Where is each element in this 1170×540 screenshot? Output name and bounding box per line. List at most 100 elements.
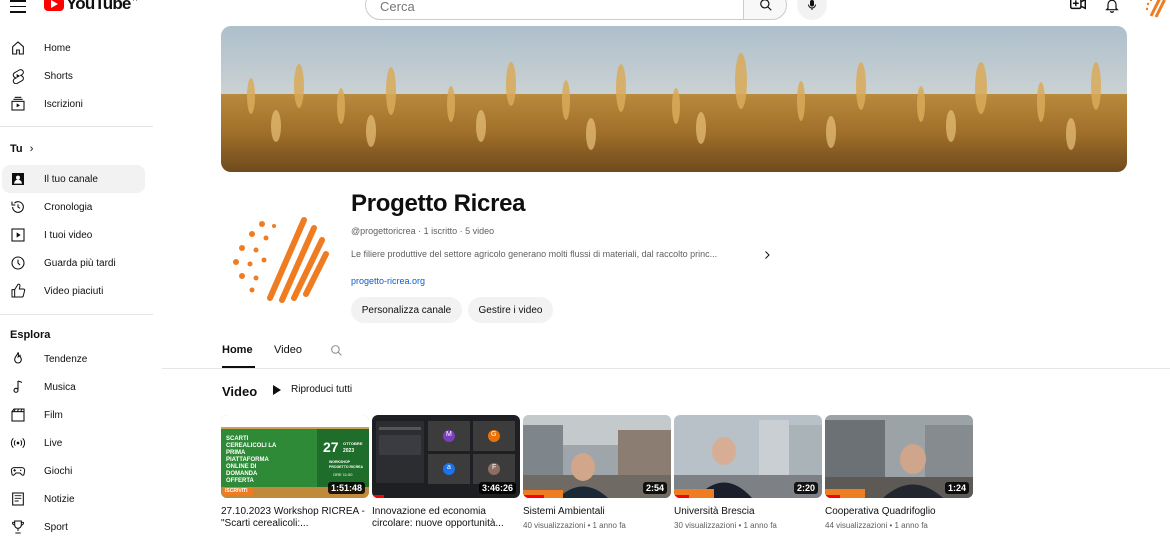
sidebar-item-history[interactable]: Cronologia [2,193,145,221]
tile-initial: F [492,464,497,471]
channel-meta: @progettoricrea · 1 iscritto · 5 video [351,226,495,236]
thumb-date-month: OTTOBRE [343,441,363,446]
history-icon [11,201,24,213]
video-meta: 30 visualizzazioni • 1 anno fa [674,521,777,530]
video-title[interactable]: 27.10.2023 Workshop RICREA - "Scarti cer… [221,506,369,530]
sidebar-item-shorts[interactable]: Shorts [2,62,145,90]
search-icon [760,0,772,11]
video-duration: 3:46:26 [478,482,516,494]
chevron-right-icon: › [29,143,34,155]
section-title: Video [222,384,258,399]
video-card[interactable]: M G a F 3:46:26 Innovazione ed economia … [372,415,520,533]
video-card[interactable]: 2:20 Università Brescia 30 visualizzazio… [674,415,822,530]
video-card[interactable]: 2:54 Sistemi Ambientali 40 visualizzazio… [523,415,671,530]
search-button[interactable] [743,0,787,20]
logo-text: YouTube [66,0,131,13]
play-all-label: Riproduci tutti [291,384,353,395]
video-thumbnail[interactable]: 1:24 [825,415,973,498]
create-video-button[interactable] [1069,0,1089,16]
video-thumbnail[interactable]: 2:54 [523,415,671,498]
sidebar-item-label: Home [44,42,71,54]
watch-later-icon [11,256,25,270]
create-icon [1070,0,1086,10]
sidebar-item-home[interactable]: Home [2,34,145,62]
subscriptions-icon [11,96,25,111]
voice-search-button[interactable] [797,0,827,20]
video-title[interactable]: Università Brescia [674,506,822,518]
thumb-date-day: 27 [323,439,339,455]
shorts-icon [12,69,24,84]
thumb-time: ORE 11:00 [333,472,353,477]
you-heading[interactable]: Tu › [10,143,33,155]
sidebar-item-label: Video piaciuti [44,285,104,297]
sidebar-item-label: Film [44,409,63,421]
chevron-right-icon[interactable] [761,249,773,261]
video-thumbnail[interactable]: 2:20 [674,415,822,498]
channel-avatar[interactable] [222,200,330,308]
video-title[interactable]: Innovazione ed economia circolare: nuove… [372,506,520,530]
sidebar-item-label: Live [44,437,63,449]
video-thumbnail[interactable]: M G a F 3:46:26 [372,415,520,498]
video-title[interactable]: Cooperativa Quadrifoglio [825,506,973,518]
video-thumbnail[interactable]: SCARTI CEREALICOLI LA PRIMA PIATTAFORMA … [221,415,369,498]
sidebar-item-subscriptions[interactable]: Iscrizioni [2,90,145,118]
ricrea-logo-icon [1143,0,1167,18]
thumb-heading: SCARTI CEREALICOLI LA PRIMA PIATTAFORMA … [226,436,277,484]
watch-progress-bar [523,495,544,498]
notifications-button[interactable] [1104,0,1124,16]
thumbs-up-icon [11,283,26,298]
sidebar-item-film[interactable]: Film [2,401,145,429]
sidebar-item-watch-later[interactable]: Guarda più tardi [2,249,145,277]
search-input[interactable]: Cerca [365,0,743,20]
video-card[interactable]: SCARTI CEREALICOLI LA PRIMA PIATTAFORMA … [221,415,369,533]
account-avatar[interactable] [1143,0,1167,18]
channel-search-icon[interactable] [330,344,343,357]
news-icon [12,492,24,506]
watch-progress-bar [674,495,689,498]
customize-channel-button[interactable]: Personalizza canale [351,297,462,323]
sidebar-item-label: Iscrizioni [44,98,83,110]
manage-videos-button[interactable]: Gestire i video [468,297,553,323]
sidebar-item-your-channel[interactable]: Il tuo canale [2,165,145,193]
sidebar-divider [0,126,153,127]
sidebar-item-music[interactable]: Musica [2,373,145,401]
sidebar-item-liked[interactable]: Video piaciuti [2,277,145,305]
trending-icon [14,352,22,364]
video-duration: 2:20 [793,482,818,494]
sidebar-item-trending[interactable]: Tendenze [2,345,145,373]
video-card[interactable]: 1:24 Cooperativa Quadrifoglio 44 visuali… [825,415,973,530]
bell-icon [1105,0,1119,13]
sidebar-item-label: Il tuo canale [44,173,98,185]
video-duration: 2:54 [642,482,667,494]
logo-country: IT [133,0,139,3]
sidebar-item-your-videos[interactable]: I tuoi video [2,221,145,249]
tab-home[interactable]: Home [222,344,253,356]
watch-progress-bar [825,495,840,498]
tile-initial: G [491,431,497,438]
sidebar-item-label: Cronologia [44,201,93,213]
sidebar-item-label: Musica [44,381,76,393]
channel-link[interactable]: progetto-ricrea.org [351,276,425,286]
sidebar-item-sport[interactable]: Sport [2,513,145,540]
live-icon [11,437,25,449]
thumb-badge: WORKSHOP PROGETTO RICREA [329,460,363,469]
ricrea-logo-icon [233,217,329,303]
sidebar-item-label: I tuoi video [44,229,93,241]
tile-initial: a [447,464,451,471]
video-title[interactable]: Sistemi Ambientali [523,506,671,518]
you-heading-label: Tu [10,143,23,155]
sidebar-item-news[interactable]: Notizie [2,485,145,513]
your-videos-icon [11,228,25,242]
explore-heading: Esplora [10,329,51,341]
sidebar-item-gaming[interactable]: Giochi [2,457,145,485]
channel-description[interactable]: Le filiere produttive del settore agrico… [351,249,717,259]
sidebar-item-label: Giochi [44,465,73,477]
menu-icon[interactable] [10,0,26,14]
sidebar-divider [0,314,153,315]
play-all-button[interactable]: Riproduci tutti [273,384,352,395]
gaming-icon [10,467,26,476]
wheat-field-image [221,26,1127,172]
youtube-logo[interactable]: YouTube IT [44,0,139,14]
tab-video[interactable]: Video [274,344,302,356]
sidebar-item-live[interactable]: Live [2,429,145,457]
